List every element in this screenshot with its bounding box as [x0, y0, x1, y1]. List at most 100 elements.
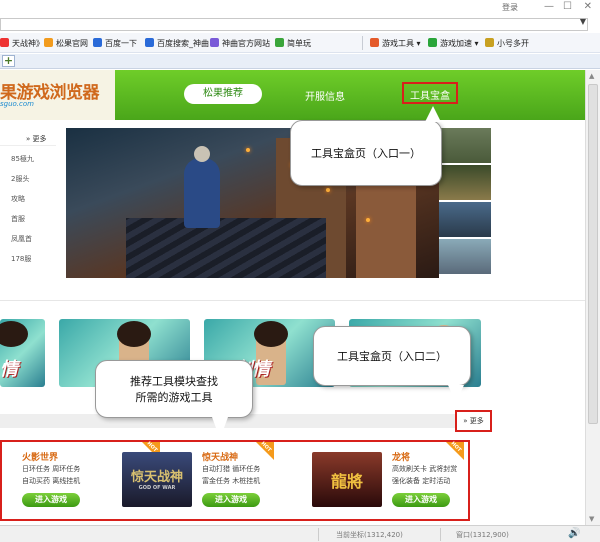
game-name[interactable]: 龙将 — [392, 450, 410, 463]
bookmarks-bar: 天战神》 松果官网 百度一下 百度搜索_神曲 神曲官方网站 简单玩 游戏工具 ▾… — [0, 33, 600, 53]
game-tools-menu[interactable]: 游戏工具 ▾ — [370, 38, 421, 49]
maximize-button[interactable]: ☐ — [563, 1, 572, 12]
bookmark-label: 百度一下 — [105, 39, 137, 48]
status-bar: 当前坐标(1312,420) 窗口(1312,900) 🔊 — [0, 525, 600, 542]
game-features: 强化装备 定时活动 — [392, 477, 451, 485]
game-name[interactable]: 惊天战神 — [202, 450, 238, 463]
scroll-up-icon[interactable]: ▲ — [589, 72, 594, 80]
logo[interactable]: 果游戏浏览器 sguo.com — [0, 70, 115, 120]
scroll-down-icon[interactable]: ▼ — [589, 515, 594, 523]
banner-stairs — [126, 218, 326, 278]
minimize-button[interactable]: — — [544, 1, 554, 12]
bookmark-item[interactable]: 简单玩 — [275, 38, 311, 49]
login-link[interactable]: 登录 — [502, 2, 518, 13]
bookmark-icon — [0, 38, 9, 47]
game-entry: 惊天战神 GOD OF WAR 惊天战神 自动打猎 循环任务 富金任务 木桩挂机… — [122, 441, 274, 514]
card-character-hair — [254, 321, 288, 347]
enter-game-button[interactable]: 进入游戏 — [392, 493, 450, 507]
card-character — [0, 321, 28, 347]
new-tab-button[interactable]: + — [2, 55, 15, 67]
logo-subtitle: sguo.com — [0, 100, 34, 108]
banner-thumbnail[interactable] — [439, 128, 491, 164]
enter-game-button[interactable]: 进入游戏 — [22, 493, 80, 507]
address-bar: ▼ — [0, 16, 600, 33]
side-menu-item[interactable]: 85極九 — [11, 154, 34, 164]
bookmark-item[interactable]: 百度搜索_神曲 — [145, 38, 209, 49]
game-features: 自动买药 离线挂机 — [22, 477, 81, 485]
multi-account-label: 小号多开 — [497, 39, 529, 48]
game-entry: 龍將 龙将 高效刷关卡 武将封赏 强化装备 定时活动 进入游戏 HOT — [312, 441, 464, 514]
side-menu-item[interactable]: 178服 — [11, 254, 31, 264]
game-name[interactable]: 火影世界 — [22, 450, 58, 463]
speaker-icon[interactable]: 🔊 — [568, 528, 580, 539]
bookmark-item[interactable]: 松果官网 — [44, 38, 88, 49]
bookmark-item[interactable]: 神曲官方网站 — [210, 38, 270, 49]
game-accelerate-label: 游戏加速 — [440, 39, 472, 48]
nav-tab-toolbox[interactable]: 工具宝盒 — [402, 82, 458, 104]
nav-tab-server-info[interactable]: 开服信息 — [305, 88, 345, 103]
callout-text: 工具宝盒页（入口二） — [337, 350, 447, 363]
callout-text: 推荐工具模块查找 — [130, 375, 218, 388]
callout-pointer — [448, 385, 464, 403]
close-button[interactable]: ✕ — [584, 1, 592, 12]
game-tools-label: 游戏工具 — [382, 39, 414, 48]
game-art-subtitle: GOD OF WAR — [138, 485, 176, 491]
recommended-tools-panel: 火影世界 日环任务 周环任务 自动买药 离线挂机 进入游戏 HOT 惊天战神 G… — [0, 440, 470, 521]
vertical-scrollbar[interactable]: ▲ ▼ — [585, 70, 600, 525]
bookmark-label: 百度搜索_神曲 — [157, 39, 209, 48]
address-dropdown-icon[interactable]: ▼ — [580, 17, 586, 26]
card-title: 情 — [0, 359, 18, 380]
game-card[interactable]: 情 — [0, 319, 45, 387]
banner-thumbnails — [439, 128, 491, 278]
multi-account-icon — [485, 38, 494, 47]
banner-character-head — [194, 146, 210, 162]
game-features: 高效刷关卡 武将封赏 — [392, 465, 458, 473]
banner-thumbnail[interactable] — [439, 202, 491, 238]
tab-strip: + — [0, 54, 600, 69]
game-art-title: 龍將 — [330, 472, 363, 491]
scroll-thumb[interactable] — [588, 84, 598, 424]
banner-lamp — [366, 218, 370, 222]
callout-toolbox-entry-one: 工具宝盒页（入口一） — [290, 120, 442, 186]
nav-tab-recommend[interactable]: 松果推荐 — [184, 84, 262, 104]
game-art[interactable]: 龍將 — [312, 452, 382, 507]
callout-recommend-tools: 推荐工具模块查找 所需的游戏工具 — [95, 360, 253, 418]
banner-character — [184, 158, 220, 228]
bookmark-label: 天战神》 — [12, 39, 44, 48]
more-tools-button[interactable]: » 更多 — [455, 410, 492, 432]
bookmark-label: 松果官网 — [56, 39, 88, 48]
callout-pointer — [212, 417, 228, 439]
status-divider — [318, 528, 319, 541]
side-menu-item[interactable]: 凤凰首 — [11, 234, 32, 244]
game-features: 自动打猎 循环任务 — [202, 465, 261, 473]
lightning-icon — [428, 38, 437, 47]
callout-toolbox-entry-two: 工具宝盒页（入口二） — [313, 326, 471, 386]
status-divider — [440, 528, 441, 541]
address-input[interactable] — [0, 18, 588, 31]
side-menu-item[interactable]: 攻略 — [11, 194, 25, 204]
game-art[interactable]: 惊天战神 GOD OF WAR — [122, 452, 192, 507]
side-menu-item[interactable]: 2服头 — [11, 174, 29, 184]
divider — [0, 145, 56, 146]
bookmark-icon — [93, 38, 102, 47]
game-accelerate-menu[interactable]: 游戏加速 ▾ — [428, 38, 479, 49]
banner-thumbnail[interactable] — [439, 239, 491, 275]
side-menu-item[interactable]: 首服 — [11, 214, 25, 224]
bookmark-icon — [275, 38, 284, 47]
bookmark-item[interactable]: 天战神》 — [0, 38, 44, 49]
bookmark-icon — [145, 38, 154, 47]
game-features: 日环任务 周环任务 — [22, 465, 81, 473]
title-bar: 登录 — ☐ ✕ — [0, 0, 600, 16]
card-character-hair — [117, 321, 151, 347]
page-viewport: 果游戏浏览器 sguo.com 松果推荐 开服信息 工具宝盒 » 更多 85極九… — [0, 70, 585, 525]
status-position: 当前坐标(1312,420) — [336, 531, 403, 539]
side-more-link[interactable]: » 更多 — [26, 134, 47, 144]
bookmarks-divider — [362, 36, 363, 50]
bookmark-item[interactable]: 百度一下 — [93, 38, 137, 49]
banner-lamp — [246, 148, 250, 152]
banner-thumbnail[interactable] — [439, 165, 491, 201]
divider — [0, 300, 585, 301]
server-side-menu: » 更多 85極九 2服头 攻略 首服 凤凰首 178服 — [0, 128, 56, 278]
enter-game-button[interactable]: 进入游戏 — [202, 493, 260, 507]
multi-account-button[interactable]: 小号多开 — [485, 38, 529, 49]
